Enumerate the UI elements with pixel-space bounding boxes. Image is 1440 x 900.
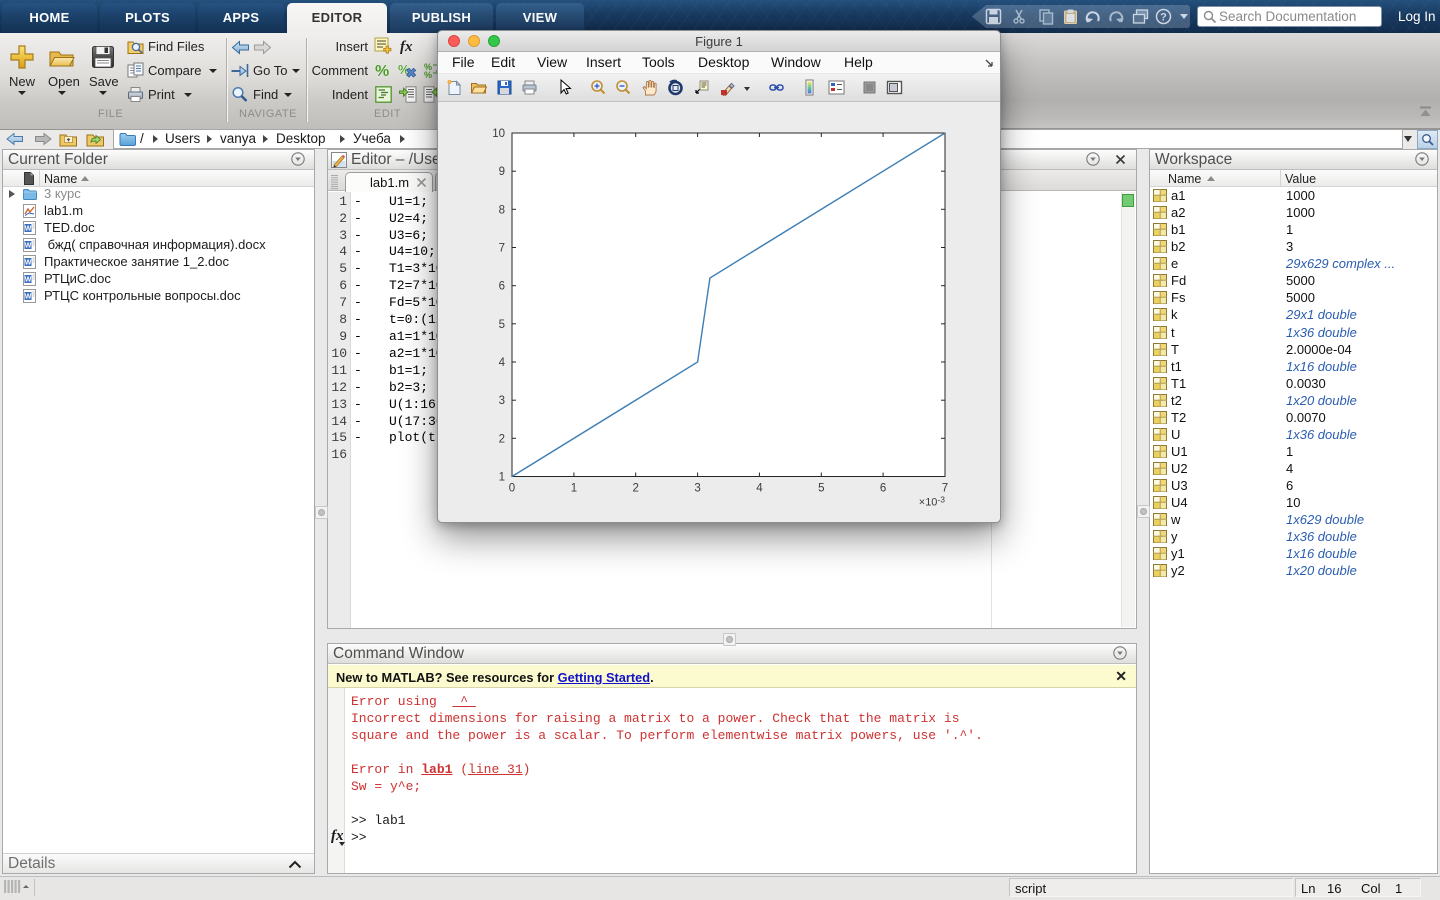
- svg-text:4: 4: [756, 483, 763, 495]
- svg-text:5: 5: [499, 319, 505, 331]
- svg-text:fx: fx: [400, 39, 413, 55]
- svg-text:W: W: [25, 294, 32, 301]
- svg-text:8: 8: [499, 204, 505, 216]
- svg-text:3: 3: [499, 395, 505, 407]
- svg-text:W: W: [25, 277, 32, 284]
- svg-text:10: 10: [492, 128, 505, 140]
- svg-text:W: W: [25, 226, 32, 233]
- svg-text:%: %: [375, 63, 389, 80]
- svg-text:9: 9: [499, 166, 505, 178]
- svg-text:5: 5: [818, 483, 824, 495]
- svg-text:6: 6: [880, 483, 886, 495]
- svg-text:7: 7: [942, 483, 948, 495]
- svg-text:3: 3: [694, 483, 700, 495]
- svg-text:2: 2: [499, 433, 505, 445]
- svg-text:6: 6: [499, 281, 505, 293]
- svg-text:%: %: [424, 70, 432, 80]
- svg-text:7: 7: [499, 243, 505, 255]
- svg-text:1: 1: [571, 483, 577, 495]
- svg-text:4: 4: [499, 357, 506, 369]
- svg-text:×10-3: ×10-3: [919, 495, 946, 509]
- svg-text:2: 2: [632, 483, 638, 495]
- svg-text:W: W: [25, 243, 32, 250]
- svg-text:0: 0: [509, 483, 515, 495]
- svg-text:W: W: [25, 260, 32, 267]
- svg-text:1: 1: [499, 472, 505, 484]
